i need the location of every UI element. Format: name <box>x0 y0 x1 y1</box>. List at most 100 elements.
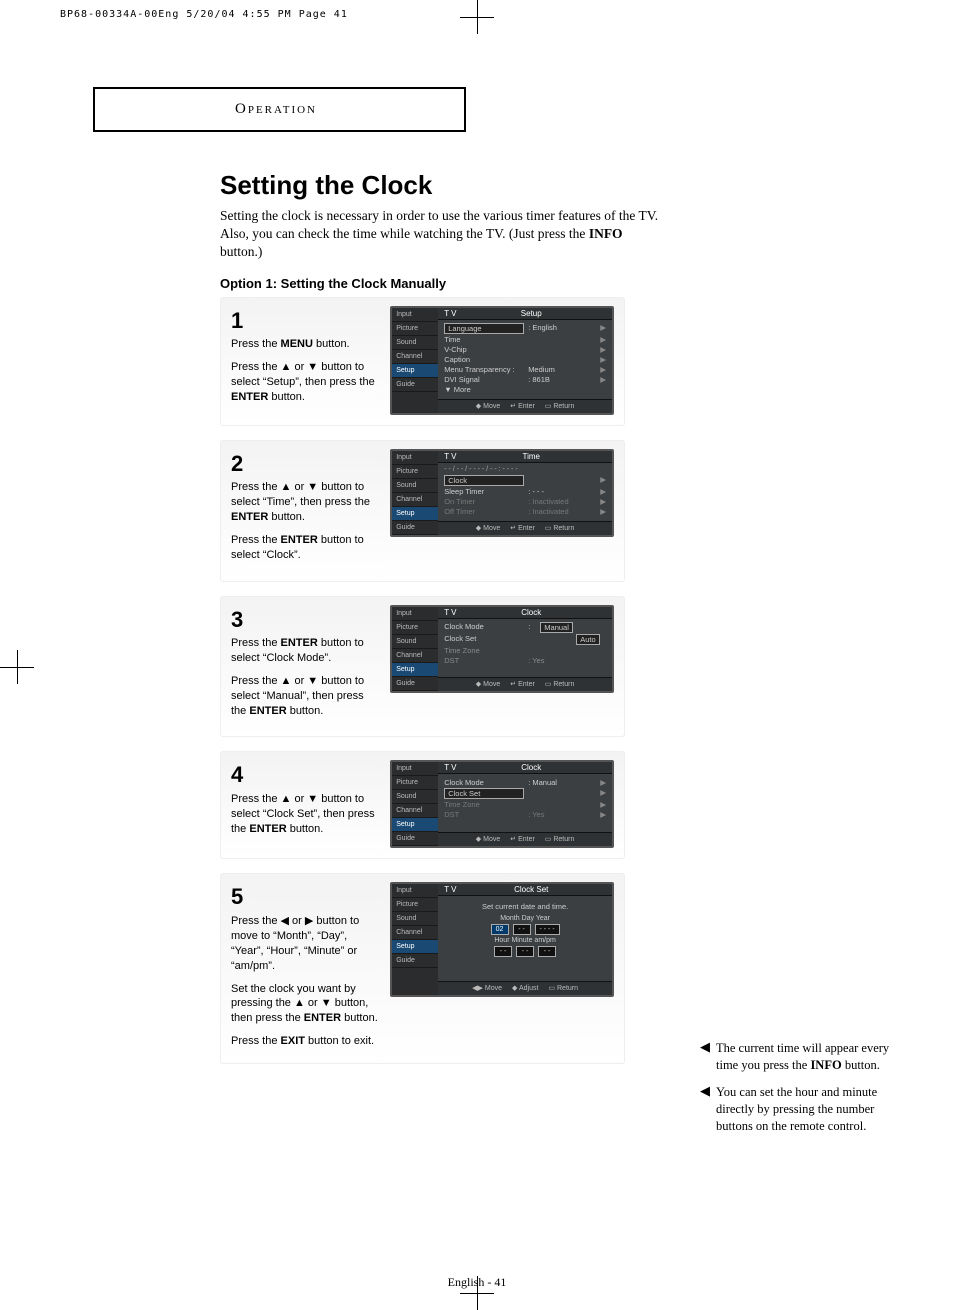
tv: T V <box>444 608 456 617</box>
row: Sleep Timer <box>444 487 524 496</box>
hour-box: - - <box>494 946 512 957</box>
opt-manual: Manual <box>540 622 573 633</box>
intro-paragraph: Setting the clock is necessary in order … <box>220 207 660 262</box>
year-box: - - - - <box>535 924 560 935</box>
t: Press the ◀ or ▶ button to move to “Mont… <box>231 914 380 973</box>
a: ▶ <box>600 507 606 516</box>
note-2-text: You can set the hour and minute directly… <box>716 1084 910 1135</box>
f: Return <box>553 836 574 843</box>
row: Time Zone <box>444 646 524 655</box>
row: Clock Set <box>444 634 524 645</box>
exit-label: EXIT <box>281 1035 305 1047</box>
step-4-text: 4 Press the ▲ or ▼ button to select “Clo… <box>231 760 380 844</box>
enter-label: ENTER <box>231 511 268 523</box>
step-2: 2 Press the ▲ or ▼ button to select “Tim… <box>220 440 625 582</box>
row: Clock Set <box>444 788 524 799</box>
tab-setup: Setup <box>392 364 438 378</box>
page-title: Setting the Clock <box>220 170 660 201</box>
tab-guide: Guide <box>392 378 438 392</box>
v: Medium <box>528 365 555 374</box>
t: button. <box>287 705 324 717</box>
tab-picture: Picture <box>392 322 438 336</box>
step-5-number: 5 <box>231 882 380 912</box>
prompt: Set current date and time. <box>444 902 606 911</box>
row: Off Timer <box>444 507 524 516</box>
row: V-Chip <box>444 345 524 354</box>
step-2-text: 2 Press the ▲ or ▼ button to select “Tim… <box>231 449 380 571</box>
t: Press the <box>231 338 281 350</box>
tab: Guide <box>392 521 438 535</box>
option-heading: Option 1: Setting the Clock Manually <box>220 276 660 291</box>
step-5-screenshot: Input Picture Sound Channel Setup Guide … <box>390 882 614 997</box>
f: Move <box>485 985 502 992</box>
row: DST <box>444 810 524 819</box>
t: button. <box>313 338 350 350</box>
row: Clock Mode <box>444 622 524 633</box>
step-3-number: 3 <box>231 605 380 635</box>
a: ▶ <box>600 365 606 374</box>
row: Clock <box>444 475 524 486</box>
step-2-screenshot: Input Picture Sound Channel Setup Guide … <box>390 449 614 537</box>
time-boxes: - - - - - - <box>444 946 606 957</box>
f: Move <box>483 836 500 843</box>
f: Enter <box>518 836 535 843</box>
v: : 861B <box>528 375 550 384</box>
tab: Sound <box>392 635 438 649</box>
content-column: Setting the Clock Setting the clock is n… <box>220 170 660 1078</box>
date-placeholder: - - / - - / - - - - / - - : - - - - <box>444 466 606 473</box>
osd-tv: T V <box>444 309 456 318</box>
t: button. <box>341 1012 378 1024</box>
tab: Guide <box>392 954 438 968</box>
head: Clock <box>521 763 541 772</box>
v: : Yes <box>528 656 544 665</box>
step-4-screenshot: Input Picture Sound Channel Setup Guide … <box>390 760 614 848</box>
note-1: ◀ The current time will appear every tim… <box>700 1040 910 1074</box>
head: Clock <box>521 608 541 617</box>
row: Caption <box>444 355 524 364</box>
ampm-box: - - <box>538 946 556 957</box>
row: Menu Transparency : <box>444 365 524 374</box>
osd-tabs: Input Picture Sound Channel Setup Guide <box>392 308 438 413</box>
step-4-number: 4 <box>231 760 380 790</box>
t: button. <box>268 391 305 403</box>
tab-input: Input <box>392 308 438 322</box>
tab: Sound <box>392 479 438 493</box>
tv: T V <box>444 885 456 894</box>
row: ▼ More <box>444 385 524 394</box>
f: Move <box>483 403 500 410</box>
opt-auto: Auto <box>576 634 599 645</box>
tab-sound: Sound <box>392 336 438 350</box>
imposition-header: BP68-00334A-00Eng 5/20/04 4:55 PM Page 4… <box>60 9 348 20</box>
crop-mark-top <box>460 0 494 34</box>
tab: Setup <box>392 507 438 521</box>
a: ▶ <box>600 778 606 787</box>
step-3-screenshot: Input Picture Sound Channel Setup Guide … <box>390 605 614 693</box>
t: Press the ▲ or ▼ button to select “Setup… <box>231 361 375 388</box>
tab: Sound <box>392 912 438 926</box>
step-1-text: 1 Press the MENU button. Press the ▲ or … <box>231 306 380 413</box>
f: Adjust <box>519 985 538 992</box>
f: Enter <box>518 525 535 532</box>
a: ▶ <box>600 323 606 334</box>
a: ▶ <box>600 788 606 799</box>
enter-label: ENTER <box>304 1012 341 1024</box>
row: Time <box>444 335 524 344</box>
a: ▶ <box>600 345 606 354</box>
tab: Picture <box>392 465 438 479</box>
step-1-number: 1 <box>231 306 380 336</box>
t: button. <box>287 823 324 835</box>
row: Time Zone <box>444 800 524 809</box>
a: ▶ <box>600 497 606 506</box>
tv: T V <box>444 452 456 461</box>
row: DVI Signal <box>444 375 524 384</box>
enter-label: ENTER <box>281 637 318 649</box>
a: ▶ <box>600 810 606 819</box>
note-1-info: INFO <box>810 1058 841 1072</box>
tab: Channel <box>392 649 438 663</box>
t: button. <box>268 511 305 523</box>
t: Press the <box>231 637 281 649</box>
a: ▶ <box>600 800 606 809</box>
tab: Setup <box>392 940 438 954</box>
head: Clock Set <box>514 885 548 894</box>
step-1: 1 Press the MENU button. Press the ▲ or … <box>220 297 625 426</box>
